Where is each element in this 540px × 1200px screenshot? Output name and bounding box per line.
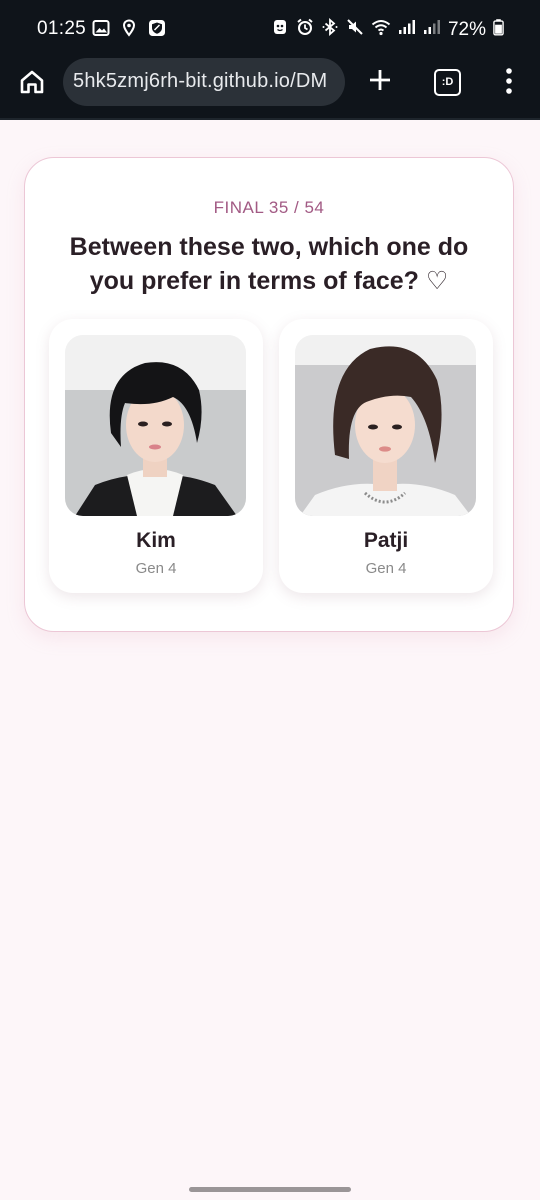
choice-photo-left [65,335,246,516]
battery-icon [493,18,504,41]
status-bar: 01:25 72% [0,0,540,58]
tab-switcher-button[interactable]: :D [434,69,461,96]
choice-photo-right [295,335,476,516]
battery-percent: 72% [447,18,486,40]
shield-app-icon [148,19,166,42]
plus-icon [370,70,390,90]
wifi-icon [371,18,391,41]
status-time: 01:25 [37,18,87,39]
signal-icon-2 [423,18,441,41]
home-icon [20,70,44,94]
choice-card-right[interactable]: Patji Gen 4 [279,319,493,593]
more-menu-button[interactable] [500,66,518,96]
status-right-icons: 72% [271,18,504,41]
image-icon [92,19,110,42]
bixby-icon [271,18,289,41]
tab-switcher-label: :D [441,76,454,88]
choice-name-left: Kim [136,529,176,552]
bluetooth-icon [321,18,339,41]
status-left-icons [92,19,166,42]
location-pin-icon [120,19,138,42]
signal-icon [398,18,416,41]
question-text: Between these two, which one do you pref… [69,233,469,295]
alarm-icon [296,18,314,41]
url-text: 5hk5zmj6rh-bit.github.io/DM [73,70,328,92]
gesture-nav-bar[interactable] [189,1187,351,1192]
progress-label: FINAL 35 / 54 [213,198,325,217]
home-button[interactable] [18,68,46,96]
address-bar[interactable]: 5hk5zmj6rh-bit.github.io/DM [63,58,345,106]
more-vert-icon [506,68,512,94]
choice-name-right: Patji [363,529,409,552]
new-tab-button[interactable] [366,66,394,94]
mute-icon [346,18,364,41]
quiz-card: FINAL 35 / 54 Between these two, which o… [24,157,514,632]
choice-gen-right: Gen 4 [365,560,407,577]
choice-gen-left: Gen 4 [135,560,177,577]
browser-toolbar: 5hk5zmj6rh-bit.github.io/DM :D [0,58,540,120]
choice-card-left[interactable]: Kim Gen 4 [49,319,263,593]
